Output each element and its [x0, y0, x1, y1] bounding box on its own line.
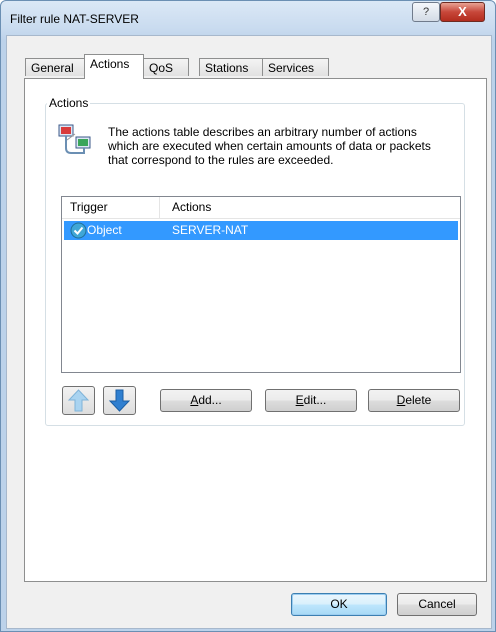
edit-button[interactable]: Edit... — [265, 389, 357, 412]
help-button[interactable]: ? — [412, 2, 440, 22]
table-row[interactable]: Object SERVER-NAT — [64, 221, 458, 240]
tab-stations[interactable]: Stations — [199, 58, 263, 76]
actions-table[interactable]: Trigger Actions Object SERVER-NAT — [61, 196, 461, 373]
actions-tab-panel: Actions The actions table describes an a… — [24, 78, 487, 582]
move-down-button[interactable] — [103, 386, 136, 415]
tab-actions[interactable]: Actions — [84, 54, 144, 79]
edit-label: dit... — [303, 393, 327, 407]
column-separator[interactable] — [159, 197, 160, 218]
column-header-trigger[interactable]: Trigger — [70, 200, 108, 214]
edit-accelerator: E — [295, 393, 304, 407]
add-label: dd... — [198, 393, 222, 407]
arrow-down-icon — [108, 389, 131, 412]
dialog-client-area: General Actions QoS Stations Services Ac… — [6, 35, 492, 629]
move-up-button[interactable] — [62, 386, 95, 415]
network-actions-icon — [58, 124, 91, 154]
check-circle-icon — [70, 222, 87, 239]
delete-label: elete — [405, 393, 432, 407]
close-button[interactable]: X — [440, 2, 485, 22]
arrow-up-icon — [67, 389, 90, 412]
column-header-actions[interactable]: Actions — [172, 200, 211, 214]
add-button[interactable]: Add... — [160, 389, 252, 412]
window-title: Filter rule NAT-SERVER — [10, 12, 139, 26]
ok-button[interactable]: OK — [291, 593, 387, 616]
title-bar: Filter rule NAT-SERVER ? X — [1, 1, 495, 35]
actions-description: The actions table describes an arbitrary… — [108, 125, 431, 167]
dialog-window: Filter rule NAT-SERVER ? X General Actio… — [0, 0, 496, 632]
tab-qos[interactable]: QoS — [143, 58, 189, 76]
cell-action: SERVER-NAT — [172, 223, 249, 237]
cancel-button[interactable]: Cancel — [397, 593, 477, 616]
delete-accelerator: D — [396, 393, 406, 407]
tab-general[interactable]: General — [25, 58, 85, 76]
table-header: Trigger Actions — [62, 197, 460, 219]
cell-trigger: Object — [87, 223, 122, 237]
actions-group-label: Actions — [47, 96, 91, 110]
tab-services[interactable]: Services — [262, 58, 329, 76]
delete-button[interactable]: Delete — [368, 389, 460, 412]
